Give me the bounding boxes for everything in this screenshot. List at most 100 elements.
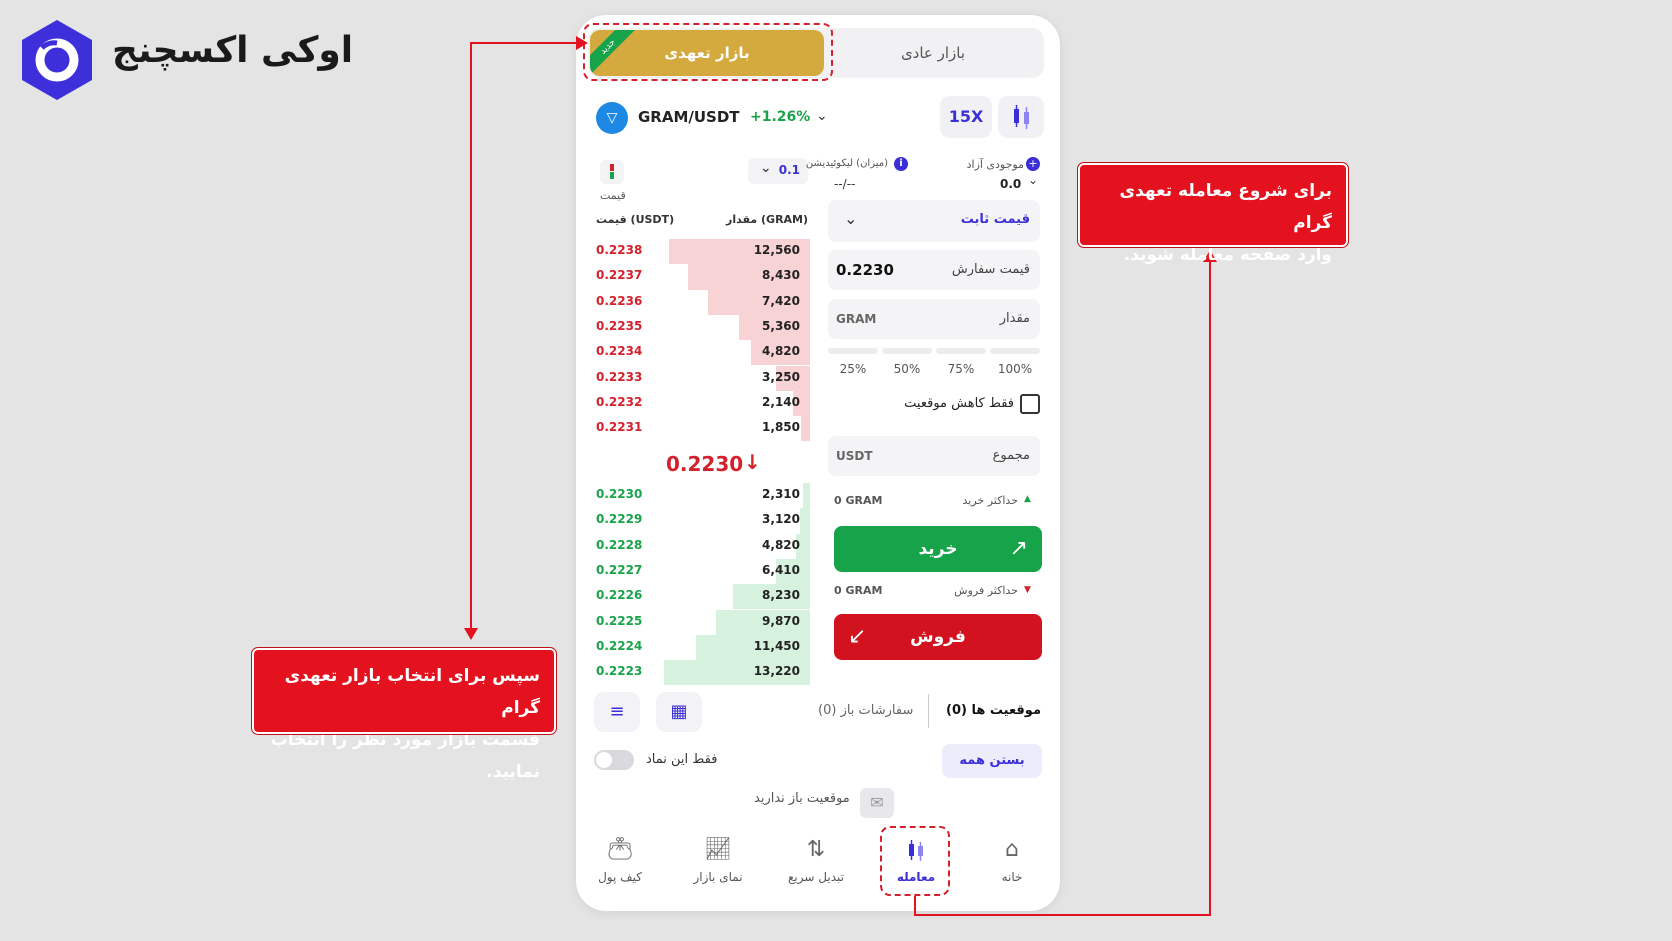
arrow-head	[576, 36, 588, 50]
nav-quick-swap-label: تبدیل سریع	[788, 870, 844, 884]
pair-symbol[interactable]: GRAM/USDT	[638, 108, 740, 126]
total-label: مجموع	[992, 448, 1030, 463]
nav-wallet-label: کیف پول	[598, 870, 642, 884]
bid-price[interactable]: 0.2229	[596, 512, 642, 526]
bid-depth-bar	[800, 508, 810, 534]
brand-name: اوکی اکسچنج	[112, 30, 354, 71]
order-history-icon[interactable]: ≡	[594, 692, 640, 732]
total-unit: USDT	[836, 449, 873, 463]
orderbook-view-toggle[interactable]	[600, 160, 624, 184]
candlestick-icon	[1014, 105, 1029, 129]
ask-qty: 7,420	[762, 293, 800, 308]
ask-qty: 2,140	[762, 394, 800, 409]
chevron-down-icon[interactable]: ⌄	[1028, 173, 1038, 187]
bid-depth-bar	[803, 483, 810, 509]
info-icon[interactable]: i	[894, 157, 908, 171]
order-type-value: قیمت ثابت	[960, 212, 1030, 227]
chevron-down-icon: ⌄	[760, 160, 772, 176]
bid-qty: 9,870	[762, 613, 800, 628]
ask-price[interactable]: 0.2236	[596, 294, 642, 308]
arrow-down-icon: ↓	[744, 450, 761, 474]
percent-option[interactable]: 100%	[990, 362, 1040, 376]
close-all-button[interactable]: بستن همه	[942, 744, 1042, 778]
home-icon: ⌂	[1005, 837, 1019, 862]
only-symbol-label: فقط این نماد	[646, 752, 718, 767]
ask-price[interactable]: 0.2234	[596, 344, 642, 358]
chevron-down-icon[interactable]: ⌄	[816, 108, 828, 124]
callout-line: وارد صفحه معامله شوید.	[1123, 245, 1332, 265]
only-symbol-toggle[interactable]	[594, 750, 634, 770]
total-input[interactable]: مجموع USDT	[828, 436, 1040, 476]
bid-qty: 6,410	[762, 562, 800, 577]
arrow-up-right-icon: ↗	[1009, 536, 1028, 561]
ask-price[interactable]: 0.2238	[596, 243, 642, 257]
bid-qty: 4,820	[762, 537, 800, 552]
nav-wallet[interactable]: 👛︎ کیف پول	[580, 836, 660, 884]
tab-positions[interactable]: موقعیت ها (0)	[946, 703, 1041, 718]
tick-size-value: 0.1	[778, 163, 800, 177]
nav-quick-swap[interactable]: ⇅ تبدیل سریع	[776, 836, 856, 884]
bid-price[interactable]: 0.2228	[596, 538, 642, 552]
bid-qty: 2,310	[762, 487, 800, 501]
buy-label: خرید	[918, 539, 958, 559]
bid-price[interactable]: 0.2225	[596, 614, 642, 628]
sell-button[interactable]: فروش ↙	[834, 614, 1042, 660]
nav-market-view-label: نمای بازار	[693, 870, 743, 884]
ask-depth-bar	[801, 416, 810, 442]
max-buy-label: حداکثر خرید	[962, 494, 1018, 507]
callout-line: قسمت بازار مورد نظر را انتخاب نمایید.	[270, 730, 540, 782]
tab-open-orders[interactable]: سفارشات باز (0)	[818, 703, 913, 718]
bid-price[interactable]: 0.2224	[596, 639, 642, 653]
nav-market-view[interactable]: 📈︎ نمای بازار	[678, 836, 758, 884]
bid-price[interactable]: 0.2226	[596, 588, 642, 602]
triangle-down-icon: ▼	[1024, 585, 1031, 595]
percent-bar[interactable]	[936, 348, 986, 354]
amount-unit: GRAM	[836, 312, 877, 326]
reduce-only-checkbox[interactable]	[1020, 394, 1040, 414]
highlight-futures-tab	[583, 23, 833, 81]
order-price-input[interactable]: قیمت سفارش 0.2230	[828, 250, 1040, 290]
bid-price[interactable]: 0.2227	[596, 563, 642, 577]
callout-line: سپس برای انتخاب بازار تعهدی گرام	[284, 666, 540, 718]
col-qty-header: مقدار (GRAM)	[726, 213, 809, 226]
tick-size-select[interactable]: ⌄ 0.1	[748, 158, 808, 184]
ask-price[interactable]: 0.2233	[596, 370, 642, 384]
percent-option[interactable]: 75%	[936, 362, 986, 376]
amount-input[interactable]: مقدار GRAM	[828, 299, 1040, 339]
ask-price[interactable]: 0.2231	[596, 420, 642, 434]
connector-line	[914, 914, 1211, 916]
order-price-value: 0.2230	[836, 261, 894, 279]
free-balance-value: 0.0	[1000, 177, 1022, 191]
bid-price[interactable]: 0.2230	[596, 487, 642, 501]
ask-qty: 1,850	[762, 420, 800, 435]
arrow-down-left-icon: ↙	[848, 624, 867, 649]
buy-button[interactable]: خرید ↗	[834, 526, 1042, 572]
percent-bar[interactable]	[828, 348, 878, 354]
ask-price[interactable]: 0.2235	[596, 319, 642, 333]
callout-select-market: سپس برای انتخاب بازار تعهدی گرام قسمت با…	[251, 647, 557, 782]
percent-option[interactable]: 25%	[828, 362, 878, 376]
calculator-icon[interactable]: ▦	[656, 692, 702, 732]
percent-bar[interactable]	[990, 348, 1040, 354]
bid-price[interactable]: 0.2223	[596, 664, 642, 678]
tab-divider	[928, 694, 929, 728]
brand-logo	[22, 20, 92, 100]
percent-option[interactable]: 50%	[882, 362, 932, 376]
bid-qty: 3,120	[762, 512, 800, 527]
nav-home-label: خانه	[1001, 870, 1023, 884]
percent-bar[interactable]	[882, 348, 932, 354]
liquidation-value: --/--	[834, 177, 856, 191]
ask-price[interactable]: 0.2237	[596, 268, 642, 282]
leverage-button[interactable]: 15X	[940, 96, 992, 138]
col-price-header: قیمت (USDT)	[596, 213, 675, 226]
ask-price[interactable]: 0.2232	[596, 395, 642, 409]
callout-line: برای شروع معامله تعهدی گرام	[1119, 181, 1332, 233]
nav-home[interactable]: ⌂ خانه	[972, 836, 1052, 884]
add-funds-icon[interactable]: +	[1026, 157, 1040, 171]
candlestick-chart-button[interactable]	[998, 96, 1044, 138]
liquidation-label: (میزان) لیکوئیدیشن	[805, 158, 888, 169]
tab-spot-market[interactable]: بازار عادی	[824, 30, 1042, 76]
connector-line	[470, 42, 472, 632]
order-type-select[interactable]: قیمت ثابت ⌄	[828, 200, 1040, 242]
wallet-icon: 👛︎	[606, 837, 634, 862]
